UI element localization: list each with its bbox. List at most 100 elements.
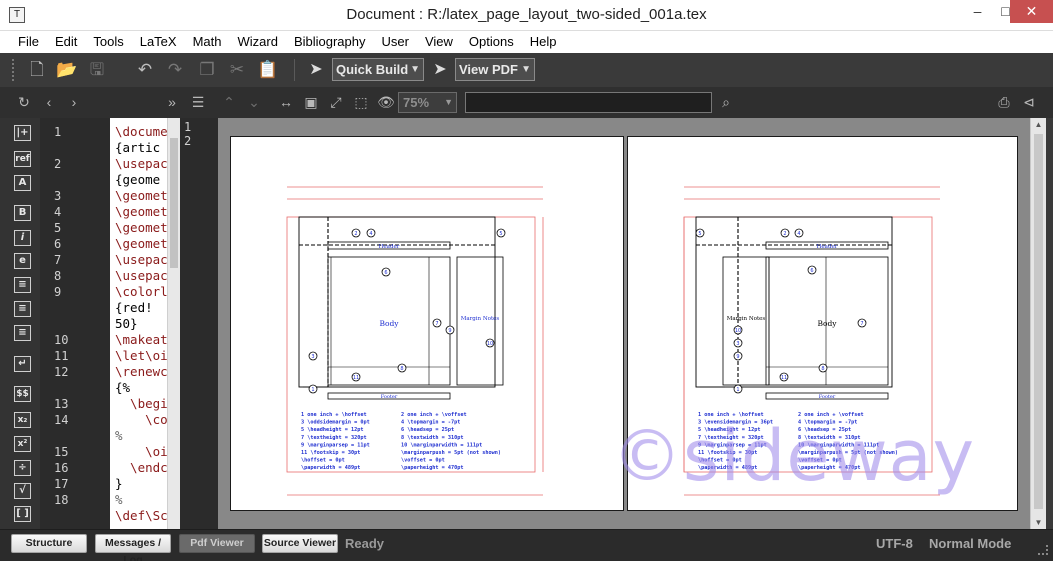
watermark-logo: ©sideway: [612, 415, 975, 497]
code-line: \geomet: [115, 220, 167, 235]
code-line: {artic: [115, 140, 161, 155]
dimension-marker-label: 4: [797, 231, 800, 237]
insert-ref-icon[interactable]: ref: [14, 151, 31, 167]
tab-source-viewer[interactable]: Source Viewer: [262, 534, 338, 553]
dimension-marker-label: 5: [499, 231, 502, 237]
new-file-icon[interactable]: 🗋: [26, 59, 48, 81]
menu-wizard[interactable]: Wizard: [230, 31, 286, 53]
presentation-icon[interactable]: ⬚: [351, 92, 371, 112]
print-icon[interactable]: ⎙: [994, 92, 1014, 112]
align-right-icon[interactable]: ≡: [14, 325, 31, 341]
code-line: {red!: [115, 300, 153, 315]
line-number: 14: [54, 413, 69, 427]
fraction-icon[interactable]: ÷: [14, 460, 31, 476]
zoom-region-icon[interactable]: ⤢: [326, 92, 346, 112]
tab-structure[interactable]: Structure: [11, 534, 87, 553]
line-number: 16: [54, 461, 69, 475]
menu-view[interactable]: View: [417, 31, 461, 53]
quick-build-select[interactable]: Quick Build ▼: [332, 58, 424, 81]
dimension-marker-label: 1: [311, 387, 314, 393]
line-number: 3: [54, 189, 62, 203]
footer-label: Footer: [819, 394, 836, 400]
save-icon[interactable]: 🖫: [86, 59, 108, 81]
scroll-up-icon[interactable]: ▲: [1033, 120, 1044, 129]
minimize-button[interactable]: –: [964, 0, 991, 23]
tab-messages-log[interactable]: Messages / Log: [95, 534, 171, 561]
menu-math[interactable]: Math: [185, 31, 230, 53]
bracket-icon[interactable]: [ ]: [14, 506, 31, 522]
pdf-page-1[interactable]: Header Body Footer Margin Notes 1 2 3 4 5 6 7 8 9 10 1…: [230, 136, 624, 511]
cut-icon[interactable]: ✂: [226, 59, 248, 81]
search-icon[interactable]: ⌕: [716, 92, 736, 112]
code-line: \makeat: [115, 332, 167, 347]
structure-list-icon[interactable]: ☰: [188, 92, 208, 112]
bold-icon[interactable]: B: [14, 205, 31, 221]
line-number: 7: [54, 253, 62, 267]
expand-icon[interactable]: »: [162, 92, 182, 112]
dimension-marker-label: 10: [487, 341, 493, 347]
editor-scrollbar[interactable]: [167, 118, 180, 529]
menu-tools[interactable]: Tools: [85, 31, 131, 53]
italic-icon[interactable]: i: [14, 230, 31, 246]
page-down-icon[interactable]: ⌄: [244, 92, 264, 112]
run-icon[interactable]: ➤: [305, 59, 327, 81]
menu-latex[interactable]: LaTeX: [132, 31, 185, 53]
menu-edit[interactable]: Edit: [47, 31, 85, 53]
font-size-icon[interactable]: A: [14, 175, 31, 191]
dimension-marker-label: 3: [311, 354, 314, 360]
close-button[interactable]: ✕: [1010, 0, 1053, 23]
pin-icon[interactable]: ⊲: [1019, 92, 1039, 112]
editor-scrollbar-thumb[interactable]: [170, 138, 178, 268]
code-editor[interactable]: \docume {artic \usepac {geome \geomet \geomet…: [110, 118, 167, 529]
menu-bibliography[interactable]: Bibliography: [286, 31, 374, 53]
inline-math-icon[interactable]: $$: [14, 386, 31, 402]
dimension-marker-label: 3: [736, 341, 739, 347]
menu-user[interactable]: User: [374, 31, 417, 53]
pdf-search-input[interactable]: [465, 92, 712, 113]
toolbar-grip[interactable]: [12, 59, 16, 81]
code-line: \geomet: [115, 204, 167, 219]
view-icon[interactable]: ➤: [429, 59, 451, 81]
pdf-scrollbar-thumb[interactable]: [1034, 134, 1043, 509]
tab-pdf-viewer[interactable]: Pdf Viewer: [179, 534, 255, 553]
view-pdf-select[interactable]: View PDF ▼: [455, 58, 535, 81]
forward-icon[interactable]: ›: [64, 92, 84, 112]
legend-entry: 11 \footskip = 30pt: [301, 450, 360, 456]
insert-label-icon[interactable]: |+: [14, 125, 31, 141]
open-folder-icon[interactable]: 📂: [56, 59, 78, 81]
superscript-icon[interactable]: x²: [14, 436, 31, 452]
body-label: Body: [379, 319, 399, 328]
legend-entry: 1 one inch + \hoffset: [301, 412, 367, 418]
fit-page-icon[interactable]: ▣: [301, 92, 321, 112]
align-left-icon[interactable]: ≡: [14, 277, 31, 293]
scroll-down-icon[interactable]: ▼: [1033, 518, 1044, 527]
page-up-icon[interactable]: ⌃: [219, 92, 239, 112]
mode-indicator[interactable]: Normal Mode: [929, 536, 1011, 551]
subscript-icon[interactable]: x₂: [14, 412, 31, 428]
menu-options[interactable]: Options: [461, 31, 522, 53]
copy-icon[interactable]: ❐: [196, 59, 218, 81]
back-icon[interactable]: ‹: [39, 92, 59, 112]
sync-icon[interactable]: ↻: [14, 92, 34, 112]
resize-grip-icon[interactable]: [1038, 545, 1048, 555]
fit-width-icon[interactable]: ↔: [276, 92, 296, 112]
eye-icon[interactable]: 👁: [376, 92, 396, 112]
line-number: 15: [54, 445, 69, 459]
emphasis-icon[interactable]: e: [14, 253, 31, 269]
menu-help[interactable]: Help: [522, 31, 565, 53]
title-bar: T Document : R:/latex_page_layout_two-si…: [0, 0, 1053, 31]
zoom-select[interactable]: 75% ▼: [398, 92, 457, 113]
align-center-icon[interactable]: ≡: [14, 301, 31, 317]
encoding-indicator[interactable]: UTF-8: [876, 536, 913, 551]
toolbar-separator: [294, 59, 295, 81]
newline-icon[interactable]: ↵: [14, 356, 31, 372]
pdf-scrollbar[interactable]: ▲ ▼: [1030, 118, 1046, 529]
line-number: 1: [54, 125, 62, 139]
line-number: 10: [54, 333, 69, 347]
paste-icon[interactable]: 📋: [257, 59, 279, 81]
redo-icon[interactable]: ↷: [164, 59, 186, 81]
undo-icon[interactable]: ↶: [134, 59, 156, 81]
dimension-marker-label: 2: [354, 231, 357, 237]
sqrt-icon[interactable]: √: [14, 483, 31, 499]
menu-file[interactable]: File: [10, 31, 47, 53]
